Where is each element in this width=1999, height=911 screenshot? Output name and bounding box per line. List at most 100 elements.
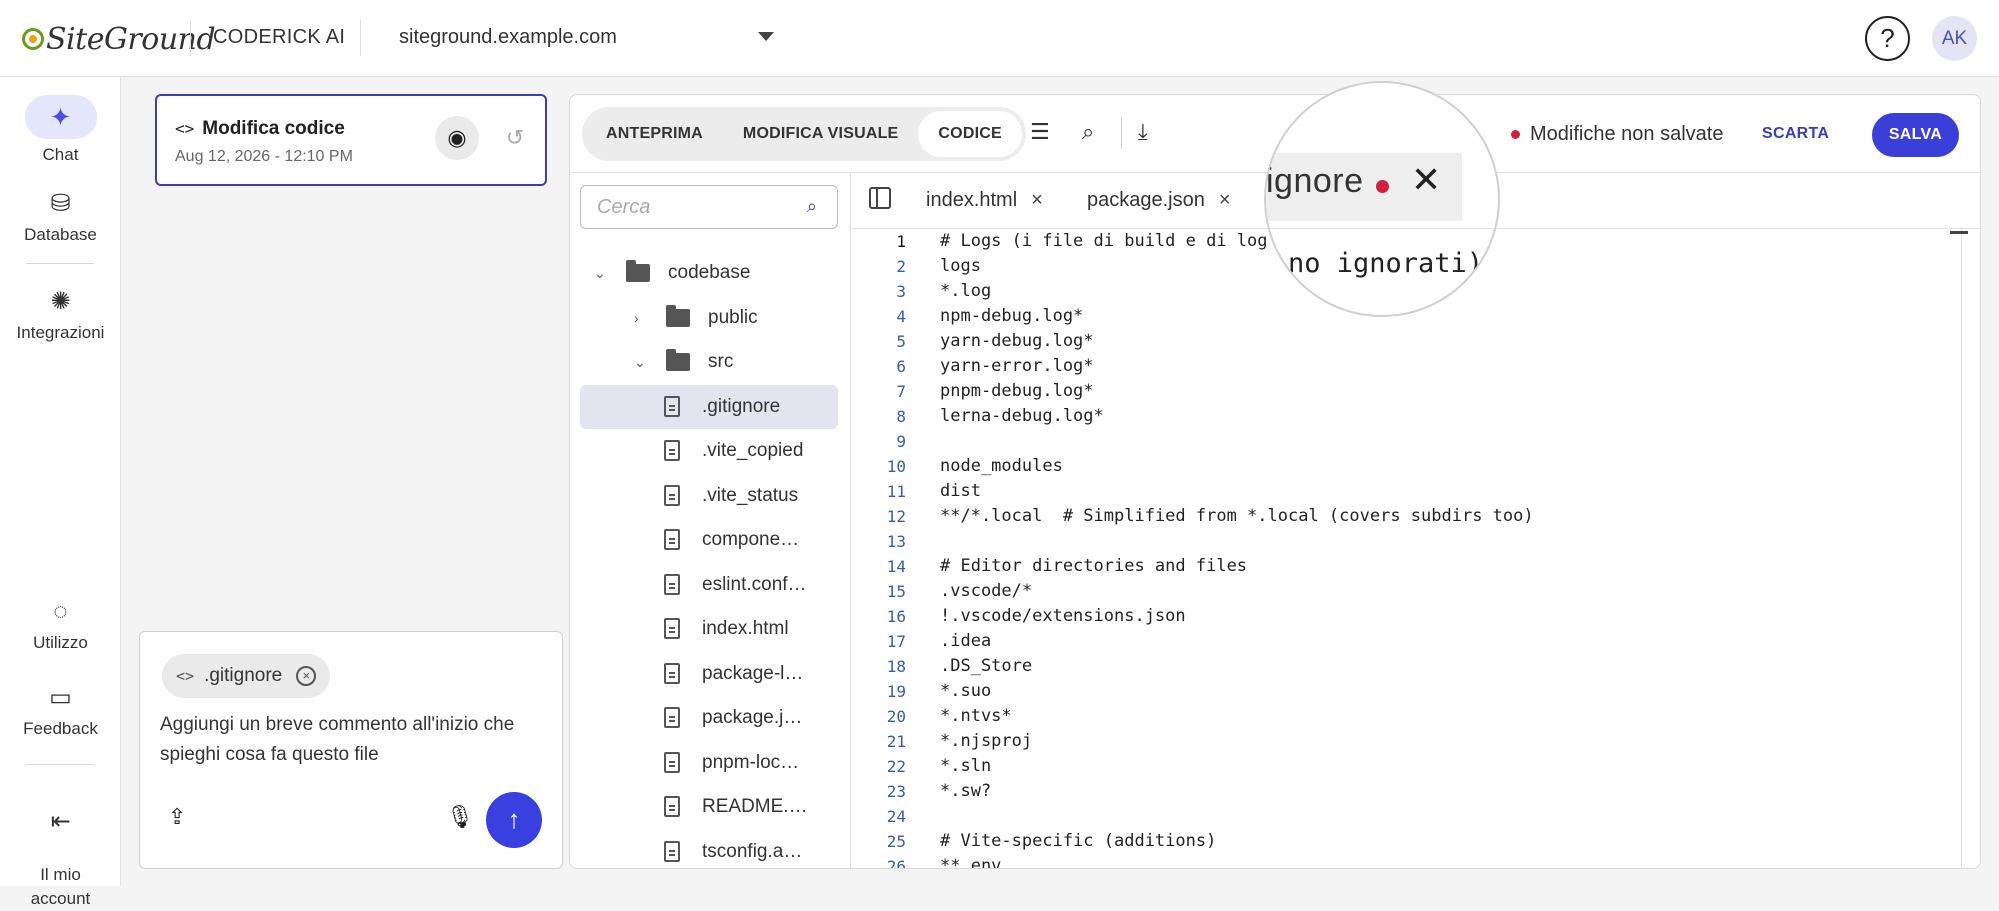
folder-icon <box>666 304 690 327</box>
code-line[interactable]: 16 !.vscode/extensions.json <box>851 604 1980 629</box>
upload-icon[interactable]: ⇪ <box>168 804 186 830</box>
close-icon[interactable]: × <box>1219 189 1231 211</box>
nav-item-label: Feedback <box>23 719 98 738</box>
nav-item-chat[interactable]: ✦ Chat <box>0 95 121 165</box>
tree-file[interactable]: package-l… <box>580 652 838 696</box>
download-icon[interactable]: ⤓ <box>1138 119 1148 145</box>
tree-item-label: index.html <box>702 618 789 639</box>
code-line[interactable]: 20 *.ntvs* <box>851 704 1980 729</box>
code-line[interactable]: 11 dist <box>851 479 1980 504</box>
tree-file[interactable]: pnpm-loc… <box>580 741 838 785</box>
code-line[interactable]: 25 # Vite-specific (additions) <box>851 829 1980 854</box>
folder-icon <box>626 260 650 282</box>
siteground-logo[interactable]: SiteGround <box>22 20 216 58</box>
tree-file[interactable]: index.html <box>580 607 838 651</box>
tree-folder[interactable]: › public <box>580 296 838 340</box>
code-line[interactable]: 8 lerna-debug.log* <box>851 404 1980 429</box>
top-bar: SiteGround CODERICK AI siteground.exampl… <box>0 0 1999 77</box>
chevron-right-icon[interactable]: › <box>634 296 639 340</box>
tree-folder[interactable]: ⌄ src <box>580 340 838 384</box>
nav-item-usage[interactable]: ◌ Utilizzo <box>0 597 121 653</box>
code-line[interactable]: 13 <box>851 529 1980 554</box>
code-line[interactable]: 18 .DS_Store <box>851 654 1980 679</box>
code-line-text: dist <box>940 481 981 501</box>
code-line[interactable]: 15 .vscode/* <box>851 579 1980 604</box>
file-icon <box>664 395 680 417</box>
code-line[interactable]: 10 node_modules <box>851 454 1980 479</box>
discard-button[interactable]: SCARTA <box>1762 125 1829 143</box>
send-button[interactable]: ↑ <box>486 792 542 848</box>
prompt-input[interactable]: Aggiungi un breve commento all'inizio ch… <box>160 710 540 770</box>
tree-item-label: .vite_copied <box>702 440 804 461</box>
code-line[interactable]: 21 *.njsproj <box>851 729 1980 754</box>
tree-item-label: eslint.conf… <box>702 573 807 595</box>
tree-file[interactable]: compone… <box>580 518 838 562</box>
code-line[interactable]: 6 yarn-error.log* <box>851 354 1980 379</box>
search-icon: ⌕ <box>806 196 817 216</box>
code-line[interactable]: 17 .idea <box>851 629 1980 654</box>
domain-select[interactable]: siteground.example.com <box>399 26 774 49</box>
tab-code[interactable]: CODICE <box>918 111 1022 157</box>
code-line[interactable]: 23 *.sw? <box>851 779 1980 804</box>
code-line[interactable]: 14 # Editor directories and files <box>851 554 1980 579</box>
code-line[interactable]: 12 **/*.local # Simplified from *.local (… <box>851 504 1980 529</box>
account-icon: ⇤ <box>50 808 71 835</box>
chevron-down-icon[interactable]: ⌄ <box>594 251 606 295</box>
task-date: Aug 12, 2026 - 12:10 PM <box>175 148 353 165</box>
eye-icon[interactable]: ◉ <box>435 116 479 160</box>
magnifier-overlay: ignore ✕ no ignorati) <box>1264 81 1500 317</box>
line-number: 25 <box>886 832 906 851</box>
tree-item-label: tsconfig.a… <box>702 840 803 862</box>
view-tabs: ANTEPRIMA MODIFICA VISUALE CODICE <box>582 107 1026 161</box>
search-icon[interactable]: ⌕ <box>1082 119 1094 145</box>
file-tab-package-json[interactable]: package.json × <box>1087 189 1231 212</box>
nav-item-database[interactable]: ⛁ Database <box>0 189 121 245</box>
code-line[interactable]: 5 yarn-debug.log* <box>851 329 1980 354</box>
code-line-text: logs <box>940 256 981 276</box>
task-card[interactable]: <> Modifica codice Aug 12, 2026 - 12:10 P… <box>155 94 547 186</box>
unsaved-dot-icon <box>1511 130 1520 140</box>
history-icon[interactable]: ↺ <box>493 116 537 160</box>
file-icon <box>664 484 680 506</box>
help-button[interactable]: ? <box>1865 16 1910 61</box>
close-icon[interactable]: × <box>1031 189 1043 211</box>
add-comment-icon[interactable]: ☰ <box>1030 119 1050 145</box>
task-title-text: Modifica codice <box>202 118 345 139</box>
usage-icon: ◌ <box>53 598 68 625</box>
nav-item-account[interactable]: ⇤ Il mio account <box>0 783 121 911</box>
tree-file[interactable]: package.j… <box>580 696 838 740</box>
nav-item-feedback[interactable]: ▭ Feedback <box>0 683 121 739</box>
code-line[interactable]: 7 pnpm-debug.log* <box>851 379 1980 404</box>
tree-file[interactable]: .gitignore <box>580 384 838 429</box>
save-button[interactable]: SALVA <box>1872 113 1959 157</box>
tree-file[interactable]: .vite_status <box>580 474 838 518</box>
tree-file[interactable]: README.… <box>580 785 838 829</box>
tree-file[interactable]: .vite_copied <box>580 429 838 473</box>
code-line[interactable]: 24 <box>851 804 1980 829</box>
code-line-text: npm-debug.log* <box>940 306 1084 326</box>
tree-file[interactable]: eslint.conf… <box>580 563 838 607</box>
code-line[interactable]: 9 <box>851 429 1980 454</box>
task-title: <> Modifica codice <box>175 118 345 140</box>
code-line[interactable]: 26 **.env <box>851 854 1980 868</box>
code-content[interactable]: 1 # Logs (i file di build e di log 2 logs 3 *… <box>851 229 1980 868</box>
tab-visual-edit[interactable]: MODIFICA VISUALE <box>723 111 919 157</box>
code-line[interactable]: 19 *.suo <box>851 679 1980 704</box>
tree-folder[interactable]: ⌄ codebase <box>580 251 838 295</box>
sidebar-toggle-icon[interactable] <box>869 187 891 209</box>
remove-chip-icon[interactable]: × <box>296 666 317 686</box>
tree-file[interactable]: tsconfig.a… <box>580 830 838 869</box>
file-tab-index-html[interactable]: index.html × <box>926 189 1043 212</box>
feedback-icon: ▭ <box>49 684 72 711</box>
code-line-text: # Vite-specific (additions) <box>940 831 1217 851</box>
avatar[interactable]: AK <box>1932 16 1977 61</box>
nav-item-integrations[interactable]: ✺ Integrazioni <box>0 287 121 343</box>
tab-preview[interactable]: ANTEPRIMA <box>586 111 723 157</box>
microphone-icon[interactable]: 🎙 <box>446 804 474 830</box>
chevron-down-icon[interactable]: ⌄ <box>634 340 646 384</box>
toolbar-divider <box>1121 117 1122 149</box>
file-icon <box>664 573 680 595</box>
file-search-input[interactable]: Cerca ⌕ <box>580 185 838 229</box>
code-line[interactable]: 22 *.sln <box>851 754 1980 779</box>
database-icon: ⛁ <box>50 190 71 217</box>
